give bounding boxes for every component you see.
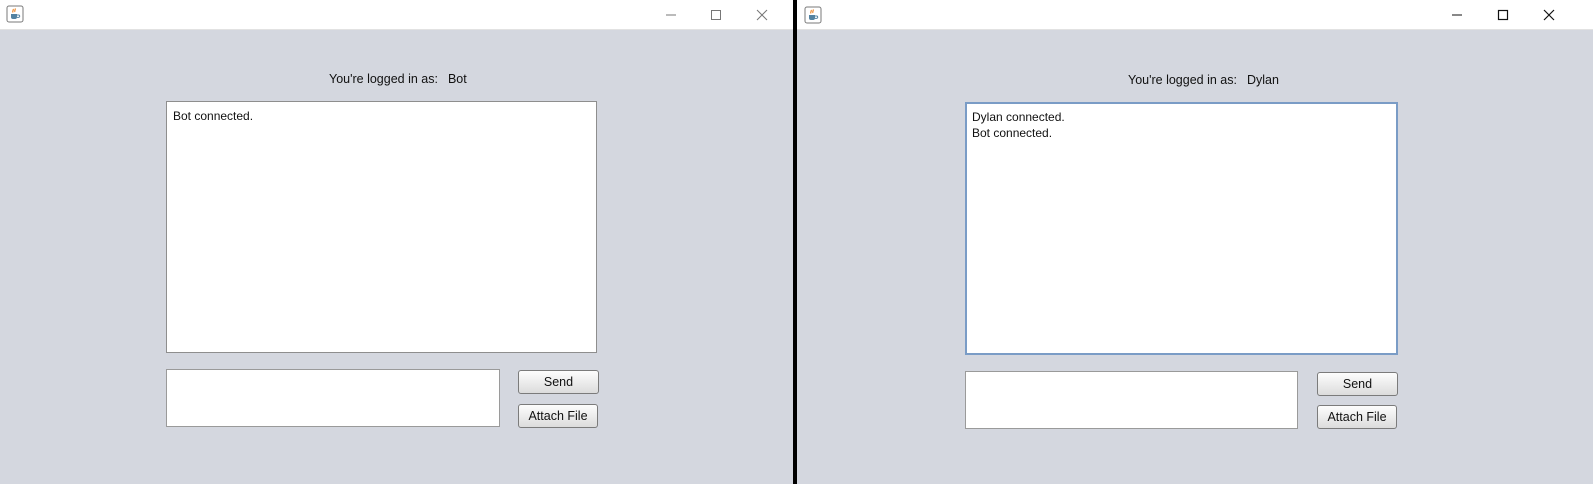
message-input[interactable] <box>965 371 1298 429</box>
chat-message: Bot connected. <box>972 126 1053 140</box>
username-label: Bot <box>447 72 467 86</box>
chat-window-bot: You're logged in as: Bot Bot connected. S… <box>0 0 793 484</box>
minimize-icon[interactable] <box>648 0 694 29</box>
title-bar[interactable] <box>0 0 793 30</box>
chat-log[interactable]: Dylan connected. Bot connected. <box>965 102 1398 355</box>
login-status: You're logged in as: Bot <box>329 72 467 86</box>
chat-log[interactable]: Bot connected. <box>166 101 597 353</box>
title-bar[interactable] <box>797 0 1593 30</box>
send-button[interactable]: Send <box>1317 372 1398 396</box>
java-coffee-cup-icon <box>6 5 24 23</box>
username-label: Dylan <box>1246 73 1279 87</box>
chat-message: Dylan connected. <box>972 110 1065 124</box>
attach-file-button[interactable]: Attach File <box>518 404 598 428</box>
maximize-icon[interactable] <box>1480 0 1526 29</box>
attach-file-button[interactable]: Attach File <box>1317 405 1397 429</box>
close-icon[interactable] <box>739 0 785 29</box>
minimize-icon[interactable] <box>1434 0 1480 29</box>
chat-window-dylan: You're logged in as: Dylan Dylan connecte… <box>797 0 1593 484</box>
chat-message: Bot connected. <box>173 109 254 123</box>
send-button[interactable]: Send <box>518 370 599 394</box>
java-coffee-cup-icon <box>804 6 822 24</box>
close-icon[interactable] <box>1526 0 1572 29</box>
logged-in-label: You're logged in as: <box>1128 73 1237 87</box>
logged-in-label: You're logged in as: <box>329 72 438 86</box>
message-input[interactable] <box>166 369 500 427</box>
maximize-icon[interactable] <box>693 0 739 29</box>
login-status: You're logged in as: Dylan <box>1128 73 1279 87</box>
